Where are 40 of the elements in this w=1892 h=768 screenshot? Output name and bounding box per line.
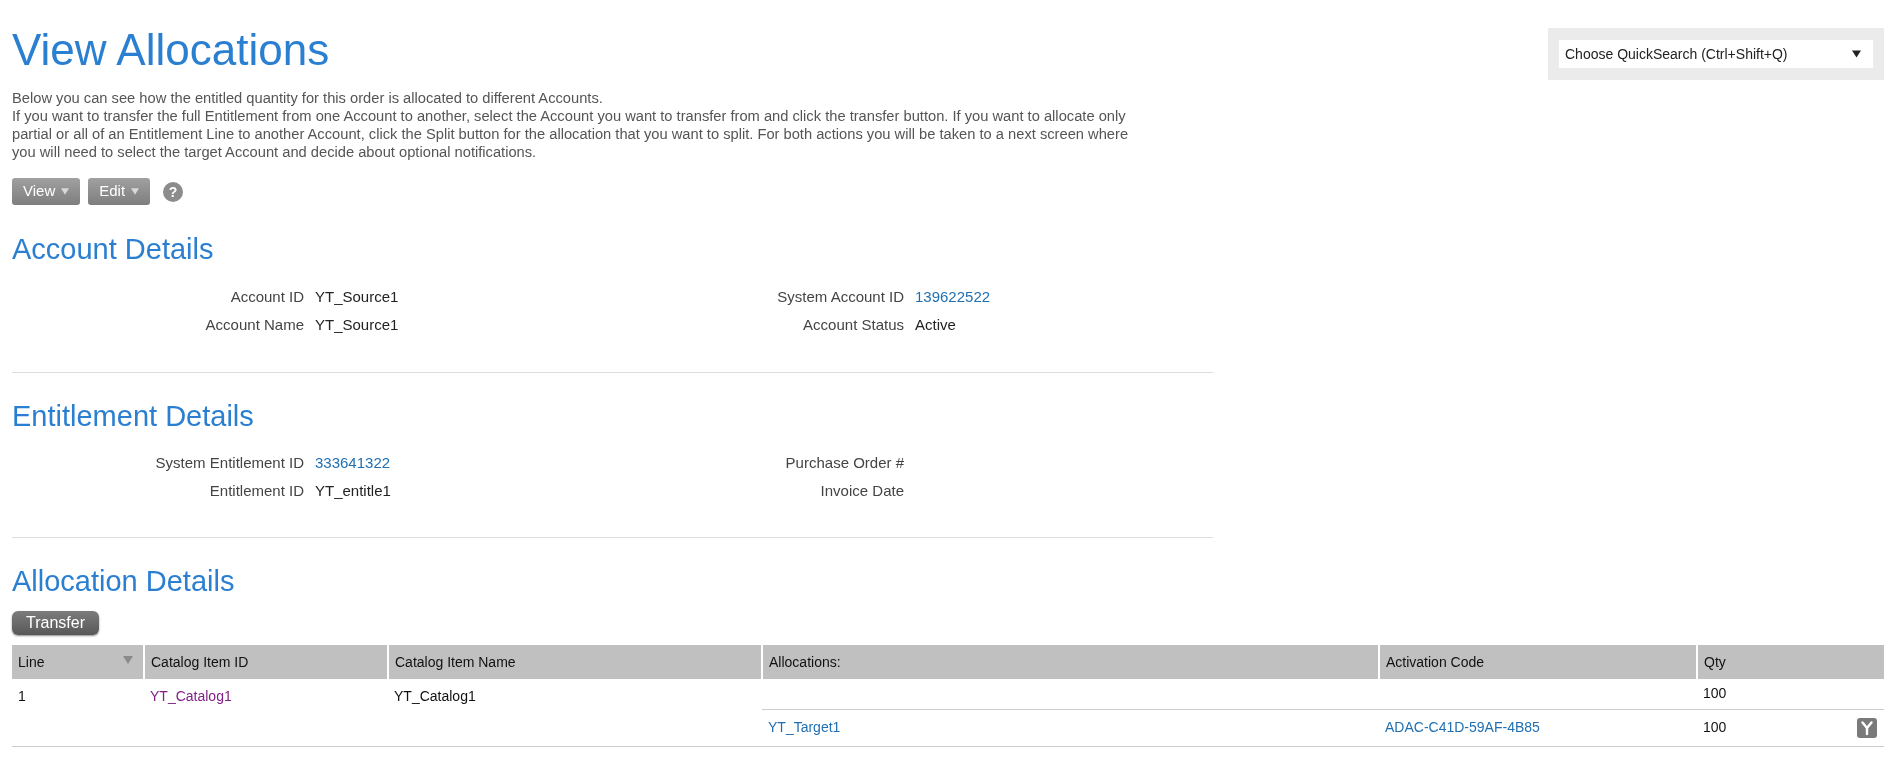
section-heading: Entitlement Details xyxy=(12,399,254,434)
column-header[interactable]: Qty xyxy=(1697,645,1884,679)
field-label: Entitlement ID xyxy=(209,480,304,501)
table-cell: 1 xyxy=(12,679,144,746)
field-value: YT_Source1 xyxy=(315,286,399,307)
field-label: System Entitlement ID xyxy=(155,452,304,473)
table-cell: YT_Catalog1 xyxy=(388,679,762,746)
field-value: YT_entitle1 xyxy=(315,480,391,501)
table-cell-text: 100 xyxy=(1703,718,1727,737)
field-label: Account ID xyxy=(230,286,304,307)
caret-icon xyxy=(61,188,70,195)
column-header[interactable]: Catalog Item Name xyxy=(388,645,762,679)
transfer-button[interactable]: Transfer xyxy=(12,611,99,635)
column-header[interactable]: Activation Code xyxy=(1379,645,1697,679)
caret-icon xyxy=(131,188,140,195)
field-value: YT_Source1 xyxy=(315,314,399,335)
column-header[interactable]: Allocations: xyxy=(762,645,1379,679)
table-cell: 100 xyxy=(1697,679,1884,709)
page-title: View Allocations xyxy=(12,24,330,76)
sort-icon xyxy=(123,655,133,664)
description-text: Below you can see how the entitled quantity for this order is allocated to different Accounts. xyxy=(12,89,604,107)
activation-code-link[interactable]: ADAC-C41D-59AF-4B85 xyxy=(1385,719,1540,735)
fork-icon[interactable] xyxy=(1857,717,1877,738)
field-label: Account Status xyxy=(803,314,904,335)
field-label: System Account ID xyxy=(777,286,904,307)
field-label: Purchase Order # xyxy=(785,452,904,473)
caret-icon xyxy=(1852,50,1861,58)
field-link[interactable]: 333641322 xyxy=(315,451,391,475)
account-link[interactable]: YT_Target1 xyxy=(768,719,841,735)
field-value: Active xyxy=(915,314,956,335)
quicksearch-select[interactable]: Choose QuickSearch (Ctrl+Shift+Q) xyxy=(1559,40,1873,68)
field-label: Account Name xyxy=(205,314,304,335)
column-header[interactable]: Line xyxy=(12,645,144,679)
catalog-item-link[interactable]: YT_Catalog1 xyxy=(150,688,232,704)
field-link[interactable]: 139622522 xyxy=(915,285,991,309)
description-text: If you want to transfer the full Entitlement from one Account to another, select the Account you want to transfer from and click the transfer button. If you want to allocate only partial or all of an Entitlement Line to another Account, click the Split button for the allocation that you want to split. For both actions you will be taken to a next screen where you will need to select the target Account and decide about optional notifications. xyxy=(12,107,1130,161)
section-heading: Account Details xyxy=(12,232,214,267)
column-header[interactable]: Catalog Item ID xyxy=(144,645,388,679)
section-heading: Allocation Details xyxy=(12,564,235,599)
field-label: Invoice Date xyxy=(820,480,904,501)
